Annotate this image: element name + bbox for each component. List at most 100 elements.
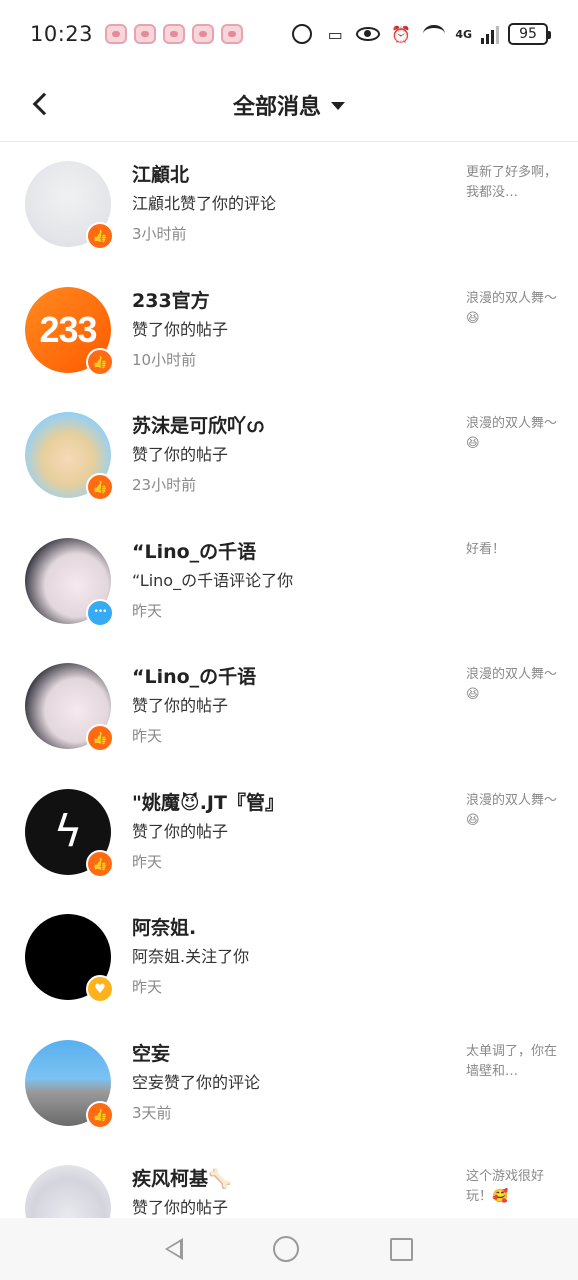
content-preview[interactable]: 更新了好多啊，我都没…	[466, 163, 558, 203]
page-title: 全部消息	[232, 94, 321, 120]
message-item[interactable]: 233 👍 233官方赞了你的帖子 10小时前 浪漫的双人舞～😆	[0, 269, 578, 395]
lightning-bolt-icon: ϟ	[53, 806, 83, 857]
message-time: 10小时前	[132, 350, 197, 369]
avatar-wrap[interactable]: ♥	[25, 914, 114, 1003]
message-time: 昨天	[132, 852, 163, 871]
message-action: 江顧北赞了你的评论	[132, 194, 277, 213]
message-time: 昨天	[132, 601, 163, 620]
avatar-wrap[interactable]: 233 👍	[25, 286, 114, 376]
data-saver-icon	[290, 23, 314, 45]
avatar-wrap[interactable]: 👍	[25, 663, 114, 752]
message-text: “Lino_の千语 “Lino_の千语评论了你 昨天	[132, 538, 452, 626]
sender-name[interactable]: “Lino_の千语	[132, 663, 452, 691]
battery-level: 95	[519, 26, 537, 42]
nav-back-icon[interactable]	[165, 1238, 184, 1260]
content-preview[interactable]: 浪漫的双人舞～😆	[466, 289, 558, 329]
message-text: 阿奈姐. 阿奈姐.关注了你 昨天	[132, 914, 452, 1002]
message-item[interactable]: 👍 疾风柯基🦴 赞了你的帖子 这个游戏很好玩！🥰	[0, 1147, 578, 1218]
message-list[interactable]: 👍 江顧北 江顧北赞了你的评论 3小时前 更新了好多啊，我都没… 233 👍 233官方 赞了你…	[0, 143, 578, 1218]
avatar-wrap[interactable]: 👍	[25, 1165, 113, 1218]
chevron-left-icon	[32, 92, 56, 116]
message-action: 赞了你的帖子	[132, 319, 229, 339]
content-preview[interactable]: 浪漫的双人舞～😆	[466, 791, 558, 831]
avatar[interactable]	[25, 1165, 111, 1218]
sender-name[interactable]: 江顧北	[132, 161, 452, 189]
message-time: 昨天	[132, 727, 163, 745]
avatar-wrap[interactable]: 👍	[25, 412, 114, 501]
message-item[interactable]: 👍 空妄空妄赞了你的评论 3天前 太单调了，你在墙壁和…	[0, 1022, 578, 1148]
message-action: 赞了你的帖子	[132, 821, 229, 841]
message-item[interactable]: 👍 苏沫是可欣吖ഗ 赞了你的帖子 23小时前 浪漫的双人舞～😆	[0, 394, 578, 520]
sender-name[interactable]: 空妄	[132, 1040, 452, 1068]
message-text: 233官方赞了你的帖子 10小时前	[132, 287, 452, 375]
signal-icon	[481, 24, 499, 44]
content-preview[interactable]: 好看！	[466, 540, 558, 560]
notification-icons	[105, 24, 244, 44]
avatar-text: 233	[39, 308, 97, 350]
alarm-icon: ⏰	[391, 24, 412, 44]
eye-comfort-icon	[356, 23, 381, 45]
thumbs-up-icon: 👍	[86, 1100, 114, 1129]
message-time: 3小时前	[132, 225, 187, 243]
message-item[interactable]: 👍 江顧北江顧北赞了你的评论 3小时前 更新了好多啊，我都没…	[0, 143, 578, 269]
message-item[interactable]: ♥ 阿奈姐. 阿奈姐.关注了你 昨天	[0, 896, 578, 1022]
message-text: 疾风柯基🦴 赞了你的帖子	[132, 1165, 452, 1218]
cast-icon: ▭	[327, 24, 343, 44]
sender-name[interactable]: 233官方	[132, 287, 452, 315]
content-preview[interactable]: 太单调了，你在墙壁和…	[466, 1042, 558, 1082]
message-action: 赞了你的帖子	[132, 445, 229, 464]
avatar-wrap[interactable]: 👍	[25, 1039, 114, 1129]
avatar-wrap[interactable]: 👍	[25, 161, 114, 250]
message-action: 赞了你的帖子	[132, 696, 229, 715]
message-action: 空妄赞了你的评论	[132, 1072, 261, 1092]
avatar-wrap[interactable]: ϟ 👍	[25, 788, 114, 878]
message-item[interactable]: 👍 “Lino_の千语 赞了你的帖子 昨天 浪漫的双人舞～😆	[0, 645, 578, 771]
content-preview[interactable]: 浪漫的双人舞～😆	[466, 414, 558, 454]
network-type: 4G	[455, 27, 472, 41]
message-action: “Lino_の千语评论了你	[132, 570, 294, 590]
avatar-wrap[interactable]: •••	[25, 537, 114, 627]
thumbs-up-icon: 👍	[86, 724, 114, 752]
thumbs-up-icon: 👍	[86, 347, 114, 376]
caret-down-icon	[331, 101, 345, 110]
message-action: 赞了你的帖子	[132, 1198, 229, 1217]
system-nav-bar	[0, 1218, 578, 1280]
app-notification-icon	[105, 24, 128, 44]
message-text: “Lino_の千语赞了你的帖子 昨天	[132, 663, 452, 751]
sender-name[interactable]: "姚魔😈.JT『管』	[132, 789, 452, 817]
battery-icon: 95	[508, 23, 551, 45]
nav-recent-apps-icon[interactable]	[389, 1237, 413, 1261]
message-action: 阿奈姐.关注了你	[132, 947, 250, 966]
app-notification-icon	[134, 24, 157, 44]
thumbs-up-icon: 👍	[86, 473, 114, 501]
thumbs-up-icon: 👍	[86, 849, 114, 878]
app-notification-icon	[163, 24, 186, 44]
message-text: 江顧北江顧北赞了你的评论 3小时前	[132, 161, 452, 249]
chat-bubble-icon: •••	[86, 598, 114, 627]
content-preview[interactable]: 浪漫的双人舞～😆	[466, 665, 558, 705]
content-preview[interactable]: 这个游戏很好玩！🥰	[466, 1167, 558, 1207]
message-item[interactable]: ••• “Lino_の千语 “Lino_の千语评论了你 昨天 好看！	[0, 520, 578, 646]
system-icons: ▭ ⏰ 4G 95	[290, 23, 551, 45]
app-notification-icon	[221, 24, 244, 44]
message-item[interactable]: ϟ 👍 "姚魔😈.JT『管』 赞了你的帖子 昨天 浪漫的双人舞～😆	[0, 771, 578, 897]
sender-name[interactable]: “Lino_の千语	[132, 538, 452, 566]
message-filter-dropdown[interactable]: 全部消息	[233, 89, 345, 121]
nav-home-icon[interactable]	[273, 1236, 300, 1262]
message-text: "姚魔😈.JT『管』赞了你的帖子 昨天	[132, 789, 452, 877]
thumbs-up-icon: 👍	[86, 222, 114, 250]
sender-name[interactable]: 阿奈姐.	[132, 914, 452, 942]
message-text: 空妄空妄赞了你的评论 3天前	[132, 1040, 452, 1128]
message-time: 昨天	[132, 978, 163, 996]
header: 全部消息	[0, 68, 578, 142]
status-bar: 10:23 ▭ ⏰ 4G 95	[0, 0, 578, 68]
message-time: 23小时前	[132, 476, 197, 494]
message-time: 3天前	[132, 1103, 172, 1122]
status-time: 10:23	[30, 22, 94, 46]
heart-icon: ♥	[86, 975, 114, 1003]
wifi-icon	[422, 23, 446, 45]
sender-name[interactable]: 疾风柯基🦴	[132, 1165, 452, 1193]
back-button[interactable]	[22, 86, 58, 122]
sender-name[interactable]: 苏沫是可欣吖ഗ	[132, 412, 452, 440]
app-notification-icon	[192, 24, 215, 44]
